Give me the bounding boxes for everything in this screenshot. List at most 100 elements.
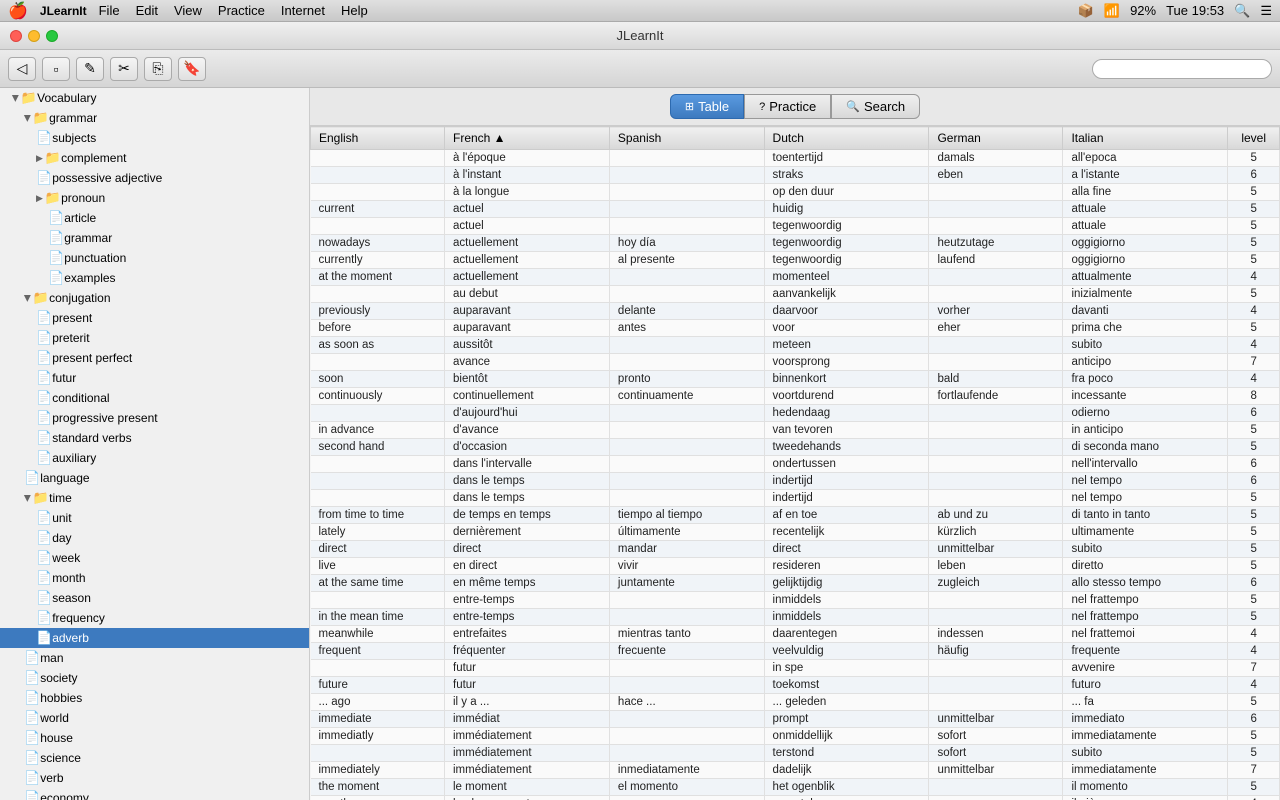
table-row[interactable]: directdirectmandardirectunmittelbarsubit… (311, 541, 1280, 558)
practice-menu[interactable]: Practice (218, 3, 265, 18)
toolbar-button-6[interactable]: 🔖 (178, 57, 206, 81)
sidebar-item-possessive-adjective[interactable]: 📄 possessive adjective (0, 168, 309, 188)
view-menu[interactable]: View (174, 3, 202, 18)
sidebar-item-progressive-present[interactable]: 📄 progressive present (0, 408, 309, 428)
sidebar-item-verb[interactable]: 📄 verb (0, 768, 309, 788)
table-row[interactable]: nowadaysactuellementhoy díategenwoordigh… (311, 235, 1280, 252)
table-row[interactable]: actueltegenwoordigattuale5 (311, 218, 1280, 235)
tab-practice[interactable]: ? Practice (744, 94, 831, 119)
table-row[interactable]: previouslyauparavantdelantedaarvoorvorhe… (311, 303, 1280, 320)
table-row[interactable]: immédiatementterstondsofortsubito5 (311, 745, 1280, 762)
tab-search[interactable]: 🔍 Search (831, 94, 920, 119)
table-row[interactable]: beforeauparavantantesvooreherprima che5 (311, 320, 1280, 337)
sidebar-item-grammar2[interactable]: 📄 grammar (0, 228, 309, 248)
app-menu[interactable]: JLearnIt (40, 4, 87, 18)
apple-menu[interactable]: 🍎 (8, 1, 28, 21)
sidebar-item-auxiliary[interactable]: 📄 auxiliary (0, 448, 309, 468)
col-header-spanish[interactable]: Spanish (609, 127, 764, 150)
table-row[interactable]: entre-tempsinmiddelsnel frattempo5 (311, 592, 1280, 609)
table-row[interactable]: dans l'intervalleondertussennell'interva… (311, 456, 1280, 473)
table-row[interactable]: in the mean timeentre-tempsinmiddelsnel … (311, 609, 1280, 626)
tab-table[interactable]: ⊞ Table (670, 94, 744, 119)
toolbar-button-5[interactable]: ⎘ (144, 57, 172, 81)
sidebar-item-week[interactable]: 📄 week (0, 548, 309, 568)
table-row[interactable]: liveen directvivirresiderenlebendiretto5 (311, 558, 1280, 575)
sidebar-item-grammar[interactable]: ▶ 📁 grammar (0, 108, 309, 128)
table-row[interactable]: à l'instantstraksebena l'istante6 (311, 167, 1280, 184)
sidebar-item-article[interactable]: 📄 article (0, 208, 309, 228)
table-row[interactable]: continuouslycontinuellementcontinuamente… (311, 388, 1280, 405)
sidebar-item-conjugation[interactable]: ▶ 📁 conjugation (0, 288, 309, 308)
sidebar-item-examples[interactable]: 📄 examples (0, 268, 309, 288)
sidebar-item-subjects[interactable]: 📄 subjects (0, 128, 309, 148)
sidebar-item-vocabulary[interactable]: ▶ 📁 Vocabulary (0, 88, 309, 108)
table-row[interactable]: frequentfréquenterfrecuenteveelvuldighäu… (311, 643, 1280, 660)
table-row[interactable]: immediatlyimmédiatementonmiddellijksofor… (311, 728, 1280, 745)
table-row[interactable]: in advanced'avancevan tevorenin anticipo… (311, 422, 1280, 439)
table-row[interactable]: immediateimmédiatpromptunmittelbarimmedi… (311, 711, 1280, 728)
fullscreen-button[interactable] (46, 30, 58, 42)
table-row[interactable]: au debutaanvankelijkinizialmente5 (311, 286, 1280, 303)
sidebar-item-economy[interactable]: 📄 economy (0, 788, 309, 800)
internet-menu[interactable]: Internet (281, 3, 325, 18)
sidebar-item-language[interactable]: 📄 language (0, 468, 309, 488)
table-row[interactable]: at the momentactuellementmomenteelattual… (311, 269, 1280, 286)
sidebar-item-conditional[interactable]: 📄 conditional (0, 388, 309, 408)
col-header-french[interactable]: French ▲ (445, 127, 610, 150)
sidebar-item-month[interactable]: 📄 month (0, 568, 309, 588)
table-row[interactable]: currentactuelhuidigattuale5 (311, 201, 1280, 218)
sidebar-item-society[interactable]: 📄 society (0, 668, 309, 688)
sidebar-item-present-perfect[interactable]: 📄 present perfect (0, 348, 309, 368)
table-row[interactable]: soonbientôtprontobinnenkortbaldfra poco4 (311, 371, 1280, 388)
table-row[interactable]: d'aujourd'huihedendaagodierno6 (311, 405, 1280, 422)
sidebar-item-complement[interactable]: ▶ 📁 complement (0, 148, 309, 168)
table-row[interactable]: as soon asaussitôtmeteensubito4 (311, 337, 1280, 354)
minimize-button[interactable] (28, 30, 40, 42)
table-row[interactable]: mostlyle plus souventmeestalil più spess… (311, 796, 1280, 800)
table-row[interactable]: à l'époquetoentertijddamalsall'epoca5 (311, 150, 1280, 167)
table-row[interactable]: the momentle momentel momentohet ogenbli… (311, 779, 1280, 796)
sidebar-item-present[interactable]: 📄 present (0, 308, 309, 328)
help-menu[interactable]: Help (341, 3, 368, 18)
close-button[interactable] (10, 30, 22, 42)
toolbar-button-2[interactable]: ▫ (42, 57, 70, 81)
toolbar-button-3[interactable]: ✎ (76, 57, 104, 81)
table-row[interactable]: dans le tempsindertijdnel tempo5 (311, 490, 1280, 507)
table-row[interactable]: avancevoorspronganticipo7 (311, 354, 1280, 371)
table-row[interactable]: second handd'occasiontweedehandsdi secon… (311, 439, 1280, 456)
col-header-dutch[interactable]: Dutch (764, 127, 929, 150)
col-header-level[interactable]: level (1228, 127, 1280, 150)
table-row[interactable]: from time to timede temps en tempstiempo… (311, 507, 1280, 524)
table-row[interactable]: currentlyactuellemental presentetegenwoo… (311, 252, 1280, 269)
sidebar-item-house[interactable]: 📄 house (0, 728, 309, 748)
sidebar-item-futur[interactable]: 📄 futur (0, 368, 309, 388)
sidebar-item-punctuation[interactable]: 📄 punctuation (0, 248, 309, 268)
table-row[interactable]: meanwhileentrefaitesmientras tantodaaren… (311, 626, 1280, 643)
toolbar-button-4[interactable]: ✂ (110, 57, 138, 81)
sidebar-item-science[interactable]: 📄 science (0, 748, 309, 768)
col-header-english[interactable]: English (311, 127, 445, 150)
sidebar-item-pronoun[interactable]: ▶ 📁 pronoun (0, 188, 309, 208)
sidebar-item-adverb[interactable]: 📄 adverb (0, 628, 309, 648)
sidebar-item-world[interactable]: 📄 world (0, 708, 309, 728)
edit-menu[interactable]: Edit (136, 3, 158, 18)
menu-icon[interactable]: ☰ (1260, 3, 1272, 19)
search-input[interactable] (1092, 59, 1272, 79)
table-container[interactable]: English French ▲ Spanish Dutch German It… (310, 126, 1280, 800)
toolbar-button-1[interactable]: ◁ (8, 57, 36, 81)
table-row[interactable]: latelydernièrementúltimamenterecentelijk… (311, 524, 1280, 541)
table-row[interactable]: immediatelyimmédiatementinmediatamenteda… (311, 762, 1280, 779)
sidebar-item-man[interactable]: 📄 man (0, 648, 309, 668)
col-header-german[interactable]: German (929, 127, 1063, 150)
file-menu[interactable]: File (99, 3, 120, 18)
sidebar-item-unit[interactable]: 📄 unit (0, 508, 309, 528)
search-icon[interactable]: 🔍 (1234, 3, 1250, 19)
table-row[interactable]: at the same timeen même tempsjuntamenteg… (311, 575, 1280, 592)
table-row[interactable]: dans le tempsindertijdnel tempo6 (311, 473, 1280, 490)
table-row[interactable]: futurefuturtoekomstfuturo4 (311, 677, 1280, 694)
table-row[interactable]: ... agoil y a ...hace ...... geleden... … (311, 694, 1280, 711)
sidebar-item-frequency[interactable]: 📄 frequency (0, 608, 309, 628)
col-header-italian[interactable]: Italian (1063, 127, 1228, 150)
sidebar-item-standard-verbs[interactable]: 📄 standard verbs (0, 428, 309, 448)
table-row[interactable]: à la longueop den duuralla fine5 (311, 184, 1280, 201)
